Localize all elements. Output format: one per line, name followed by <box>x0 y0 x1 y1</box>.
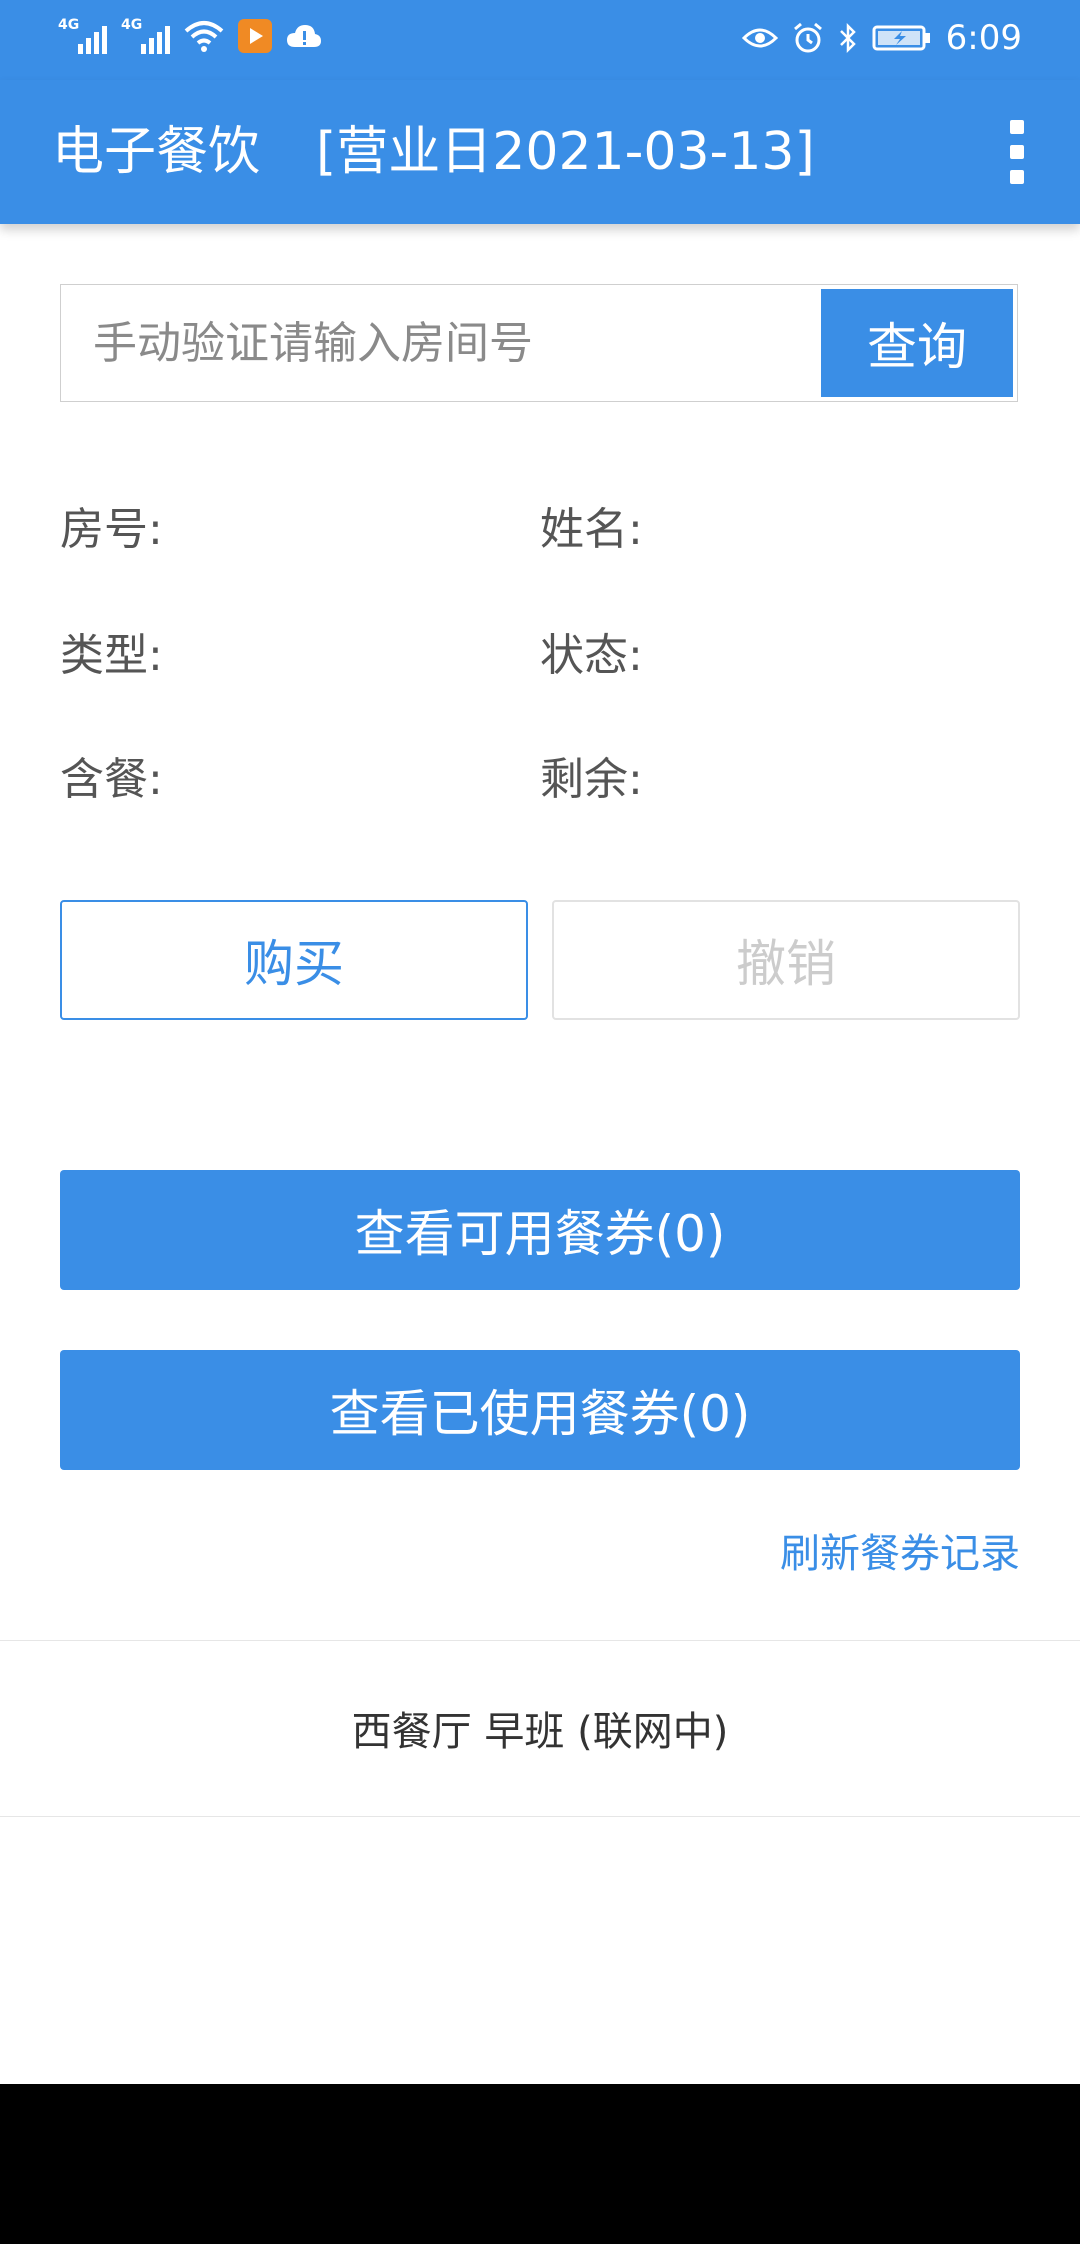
app-bar: 电子餐饮 [营业日2021-03-13] <box>0 80 1080 224</box>
status-bar: 4G 4G 6:09 <box>0 0 1080 80</box>
room-number-input[interactable] <box>61 285 821 401</box>
battery-icon <box>872 25 930 51</box>
room-search-box: 查询 <box>60 284 1018 402</box>
app-title: 电子餐饮 <box>52 122 261 182</box>
network-type-label: 4G <box>121 17 143 33</box>
status-bar-right: 6:09 <box>741 18 1022 58</box>
eye-icon <box>741 28 778 48</box>
query-button[interactable]: 查询 <box>821 289 1013 397</box>
clock-time: 6:09 <box>945 18 1022 58</box>
guest-name-label: 姓名: <box>540 504 643 555</box>
network-type-label: 4G <box>58 17 80 33</box>
remaining-label: 剩余: <box>540 754 643 805</box>
alarm-icon <box>793 22 822 53</box>
cloud-icon <box>287 25 321 47</box>
signal-icon: 4G <box>58 18 107 54</box>
business-date: [营业日2021-03-13] <box>316 122 815 182</box>
signal-icon: 4G <box>121 18 170 54</box>
wifi-icon <box>184 21 224 52</box>
room-type-label: 类型: <box>60 630 163 681</box>
status-bar-left: 4G 4G <box>58 18 322 54</box>
system-navigation-bar <box>0 2084 1080 2244</box>
refresh-vouchers-link[interactable]: 刷新餐券记录 <box>780 1526 1020 1582</box>
video-app-icon <box>238 19 272 53</box>
restaurant-shift-status: 西餐厅 早班 (联网中) <box>351 1709 729 1755</box>
more-options-icon[interactable] <box>1002 120 1032 184</box>
bluetooth-icon <box>839 22 856 54</box>
view-used-vouchers-button[interactable]: 查看已使用餐券(0) <box>60 1350 1020 1470</box>
buy-button[interactable]: 购买 <box>60 900 528 1020</box>
status-label: 状态: <box>540 630 643 681</box>
meal-included-label: 含餐: <box>60 754 163 805</box>
room-number-label: 房号: <box>60 504 163 555</box>
cancel-button[interactable]: 撤销 <box>552 900 1020 1020</box>
divider <box>0 1816 1080 1817</box>
view-available-vouchers-button[interactable]: 查看可用餐券(0) <box>60 1170 1020 1290</box>
divider <box>0 1640 1080 1641</box>
